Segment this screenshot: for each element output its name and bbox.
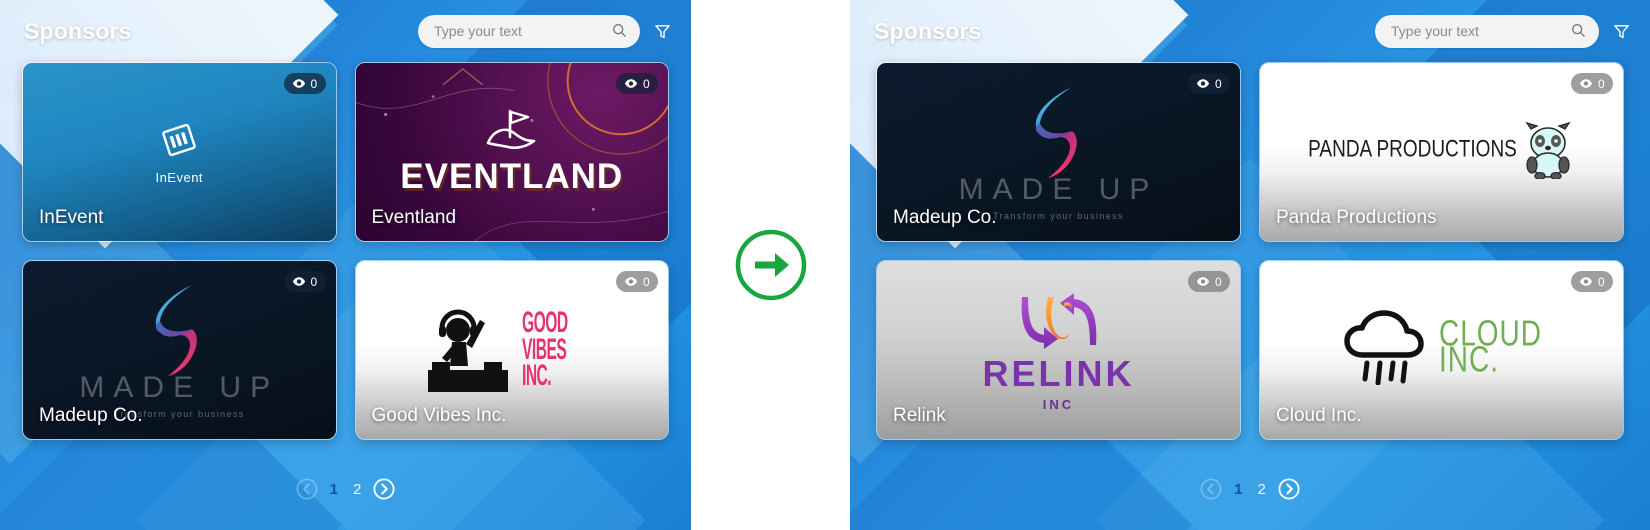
eye-icon (1579, 79, 1593, 88)
card-title: Eventland (371, 207, 457, 228)
chevron-left-circle-icon[interactable] (296, 478, 318, 500)
views-badge: 0 (1571, 271, 1613, 292)
logo-text: MADE UP (958, 173, 1159, 206)
sponsor-card-madeup-co[interactable]: MADE UP Transform your business 0 Madeup… (22, 260, 337, 440)
panel-divider (691, 0, 850, 530)
eventland-flag-logo-icon (486, 109, 536, 150)
panda-illustration-icon (1525, 121, 1571, 179)
cloud-wordmark: CLOUD INC. (1438, 316, 1542, 380)
card-title: Panda Productions (1276, 207, 1437, 228)
logo-text: MADE UP (79, 371, 280, 404)
header-tools (418, 14, 671, 48)
logo-sub: INC (1042, 396, 1075, 412)
logo-tagline: Transform your business (993, 211, 1124, 221)
sponsor-card-good-vibes-inc[interactable]: GOOD VIBES INC. 0 Good Vibes Inc. (354, 260, 669, 440)
sponsors-panel-after: Sponsors Type your text MADE UP Transfor… (850, 0, 1650, 530)
sponsor-card-relink[interactable]: RELINK INC 0 Relink (876, 260, 1241, 440)
eye-icon (1196, 277, 1210, 286)
filter-funnel-icon[interactable] (654, 23, 671, 40)
sponsor-card-grid: InEvent 0 InEvent EVENTLAND 0 Eventland … (0, 62, 691, 440)
comparison-screenshot: Sponsors Type your text InEvent 0 InEven… (0, 0, 1650, 530)
sponsor-card-cloud-inc[interactable]: CLOUD INC. 0 Cloud Inc. (1259, 260, 1624, 440)
sponsor-card-inevent[interactable]: InEvent 0 InEvent (22, 62, 337, 242)
sponsor-card-eventland[interactable]: EVENTLAND 0 Eventland (354, 62, 669, 242)
madeup-ribbon-logo-icon (156, 285, 198, 376)
card-title: Relink (893, 405, 946, 426)
goodvibes-wordmark: GOOD VIBES INC. (521, 308, 610, 393)
panel-header: Sponsors (850, 0, 1650, 62)
eye-icon (624, 277, 638, 286)
chevron-right-circle-icon[interactable] (1278, 478, 1300, 500)
logo-text: PANDA PRODUCTIONS (1308, 136, 1517, 163)
header-tools (1375, 14, 1630, 48)
views-badge: 0 (283, 271, 326, 292)
card-title: Cloud Inc. (1276, 405, 1362, 426)
page-number-1[interactable]: 1 (1231, 481, 1245, 498)
eye-icon (624, 79, 638, 88)
cloud-logo: CLOUD INC. (1341, 309, 1542, 385)
search-icon[interactable] (1571, 23, 1586, 43)
pagination: 1 2 (0, 478, 691, 500)
arrow-right-circle-icon (733, 227, 809, 303)
page-number-1[interactable]: 1 (327, 481, 341, 498)
eye-icon (1579, 277, 1593, 286)
page-title: Sponsors (874, 17, 982, 44)
dj-silhouette-icon (427, 309, 508, 392)
search-input[interactable] (1391, 23, 1565, 39)
search-box[interactable] (418, 14, 640, 48)
views-count: 0 (1598, 274, 1605, 289)
madeup-ribbon-logo-icon (1035, 87, 1077, 178)
views-badge: 0 (1188, 73, 1230, 94)
sponsor-card-panda-productions[interactable]: PANDA PRODUCTIONS 0 Panda Productions (1259, 62, 1624, 242)
card-title: InEvent (39, 207, 104, 228)
sponsor-card-madeup-co[interactable]: MADE UP Transform your business 0 Madeup… (876, 62, 1241, 242)
chevron-right-circle-icon[interactable] (373, 478, 395, 500)
eye-icon (292, 79, 305, 88)
search-icon[interactable] (612, 23, 627, 43)
logo-text: InEvent (155, 169, 204, 185)
search-input[interactable] (434, 23, 606, 39)
sponsors-panel-before: Sponsors Type your text InEvent 0 InEven… (0, 0, 691, 530)
views-count: 0 (1598, 76, 1605, 91)
rain-cloud-icon (1344, 310, 1424, 385)
sponsor-card-grid: MADE UP Transform your business 0 Madeup… (850, 62, 1650, 440)
views-count: 0 (310, 76, 318, 91)
pagination: 1 2 (850, 478, 1650, 500)
views-count: 0 (643, 274, 650, 289)
filter-funnel-icon[interactable] (1613, 23, 1630, 40)
views-badge: 0 (616, 73, 658, 94)
logo-text: EVENTLAND (400, 157, 624, 196)
eye-icon (1196, 79, 1210, 88)
views-badge: 0 (1571, 73, 1613, 94)
logo-line-2: INC. (1438, 339, 1499, 380)
card-title: Madeup Co. (893, 207, 997, 228)
chevron-left-circle-icon[interactable] (1200, 478, 1222, 500)
page-number-2[interactable]: 2 (1255, 481, 1269, 498)
page-number-2[interactable]: 2 (350, 481, 364, 498)
views-badge: 0 (1188, 271, 1230, 292)
goodvibes-logo: GOOD VIBES INC. (414, 296, 610, 404)
eye-icon (292, 277, 305, 286)
search-box[interactable] (1375, 14, 1599, 48)
card-title: Madeup Co. (39, 405, 143, 426)
panda-logo: PANDA PRODUCTIONS (1308, 121, 1575, 179)
views-count: 0 (1215, 76, 1222, 91)
views-count: 0 (643, 76, 650, 91)
views-badge: 0 (283, 73, 326, 94)
card-title: Good Vibes Inc. (371, 405, 507, 426)
logo-line-3: INC. (521, 359, 552, 393)
relink-arrows-logo-icon (1021, 292, 1096, 349)
views-count: 0 (310, 274, 318, 289)
logo-text: RELINK (982, 352, 1135, 394)
page-title: Sponsors (24, 17, 132, 44)
views-count: 0 (1215, 274, 1222, 289)
views-badge: 0 (616, 271, 658, 292)
inevent-logo-icon (162, 123, 197, 156)
panel-header: Sponsors (0, 0, 691, 62)
